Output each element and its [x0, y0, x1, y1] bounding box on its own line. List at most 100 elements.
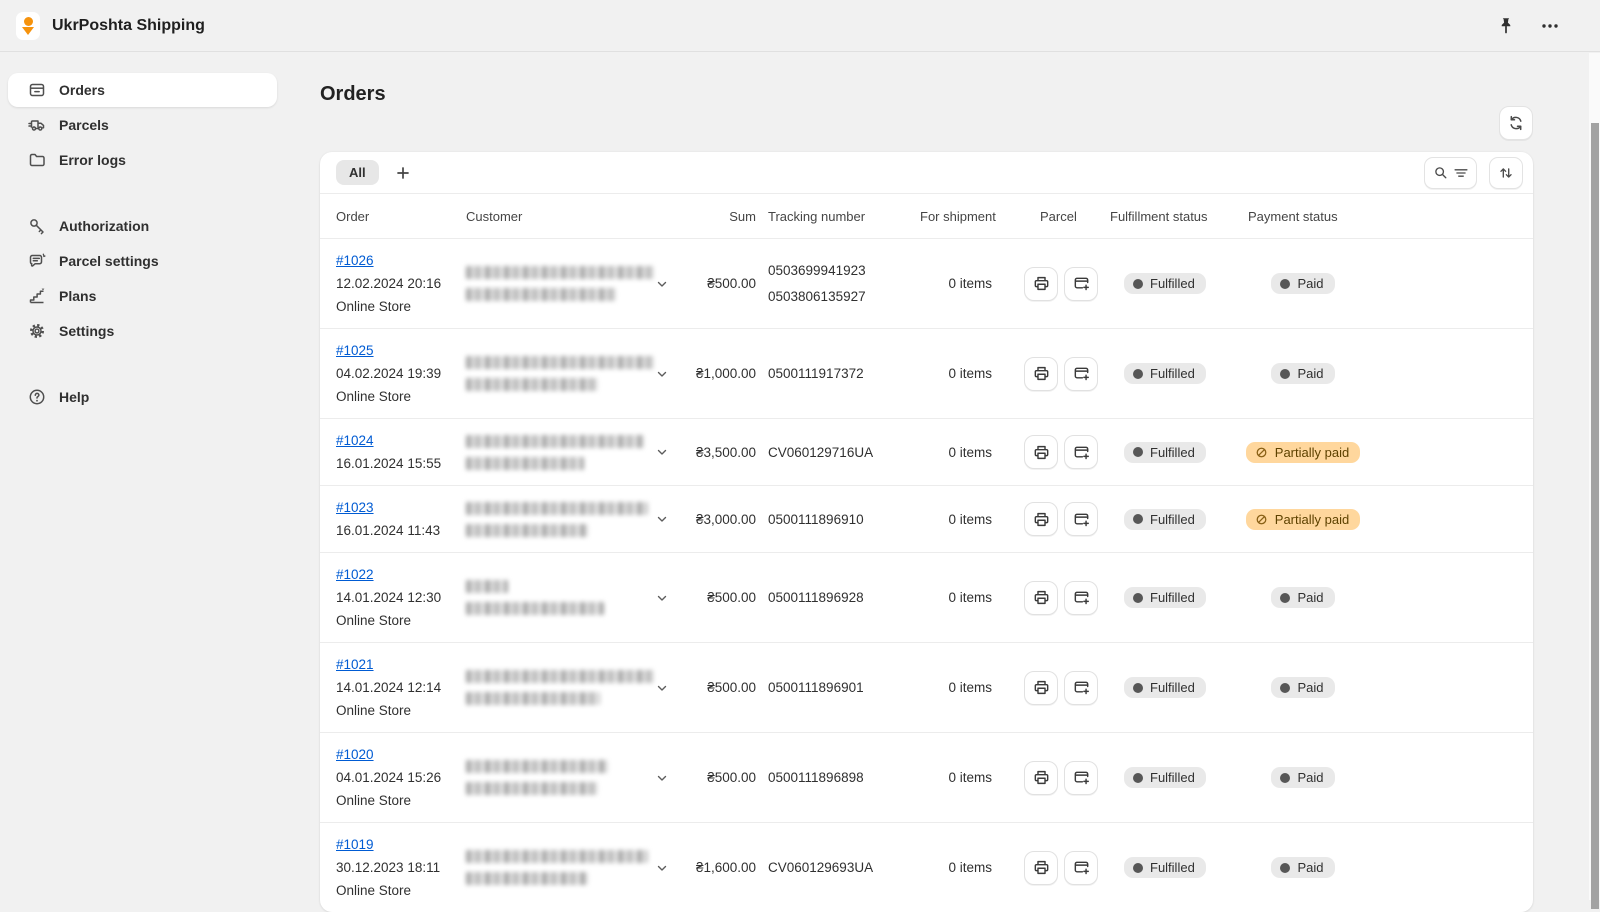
parcel-actions: [1010, 581, 1108, 615]
payment-label: Paid: [1297, 770, 1323, 785]
search-filter-button[interactable]: [1424, 157, 1477, 189]
payment-badge: Paid: [1271, 767, 1334, 788]
refresh-arrows-icon: [1506, 113, 1526, 133]
fulfillment-status-cell: Fulfilled: [1108, 587, 1238, 608]
create-parcel-button[interactable]: [1064, 357, 1098, 391]
sidebar-item-orders[interactable]: Orders: [8, 73, 277, 107]
printer-icon: [1032, 768, 1051, 787]
order-link[interactable]: #1026: [336, 249, 374, 272]
sidebar-item-label: Parcel settings: [59, 253, 159, 269]
refresh-button[interactable]: [1499, 106, 1533, 140]
print-button[interactable]: [1024, 502, 1058, 536]
printer-icon: [1032, 443, 1051, 462]
create-parcel-button[interactable]: [1064, 761, 1098, 795]
chevron-down-icon[interactable]: [654, 511, 670, 527]
chevron-down-icon[interactable]: [654, 860, 670, 876]
parcel-actions: [1010, 435, 1108, 469]
chevron-down-icon[interactable]: [654, 276, 670, 292]
printer-icon: [1032, 588, 1051, 607]
print-button[interactable]: [1024, 435, 1058, 469]
question-circle-icon: [27, 387, 47, 407]
order-link[interactable]: #1024: [336, 429, 374, 452]
sidebar-item-settings[interactable]: Settings: [8, 314, 277, 348]
payment-status-cell: Paid: [1238, 767, 1368, 788]
sidebar-item-parcels[interactable]: Parcels: [8, 108, 277, 142]
sort-button[interactable]: [1489, 157, 1523, 189]
order-channel: Online Store: [336, 609, 466, 632]
tab-all[interactable]: All: [336, 160, 379, 185]
payment-status-cell: Paid: [1238, 363, 1368, 384]
chevron-down-icon[interactable]: [654, 444, 670, 460]
chevron-down-icon[interactable]: [654, 770, 670, 786]
scrollbar-thumb[interactable]: [1591, 123, 1599, 909]
more-menu-icon[interactable]: [1540, 16, 1560, 36]
order-link[interactable]: #1022: [336, 563, 374, 586]
add-tab-button[interactable]: [395, 165, 411, 181]
create-parcel-button[interactable]: [1064, 435, 1098, 469]
order-sum: ₴1,000.00: [674, 366, 756, 381]
print-button[interactable]: [1024, 267, 1058, 301]
print-button[interactable]: [1024, 851, 1058, 885]
tabs-row: All: [320, 152, 1533, 194]
order-channel: Online Store: [336, 295, 466, 318]
order-link[interactable]: #1021: [336, 653, 374, 676]
sidebar-item-label: Orders: [59, 82, 105, 98]
order-link[interactable]: #1025: [336, 339, 374, 362]
create-parcel-button[interactable]: [1064, 581, 1098, 615]
document-plus-icon: [1072, 588, 1091, 607]
payment-label: Paid: [1297, 276, 1323, 291]
fulfillment-badge: Fulfilled: [1124, 587, 1206, 608]
sidebar-item-parcel-settings[interactable]: Parcel settings: [8, 244, 277, 278]
printer-icon: [1032, 510, 1051, 529]
status-dot: [1133, 683, 1143, 693]
parcel-actions: [1010, 761, 1108, 795]
customer-name-redacted: [466, 356, 654, 369]
print-button[interactable]: [1024, 671, 1058, 705]
create-parcel-button[interactable]: [1064, 502, 1098, 536]
payment-status-cell: Paid: [1238, 273, 1368, 294]
print-button[interactable]: [1024, 357, 1058, 391]
payment-badge: Partially paid: [1246, 509, 1360, 530]
customer-phone-redacted: [466, 602, 604, 615]
sidebar-item-authorization[interactable]: Authorization: [8, 209, 277, 243]
fulfillment-badge: Fulfilled: [1124, 442, 1206, 463]
main-content: Orders All: [291, 52, 1600, 900]
order-cell: #1025 04.02.2024 19:39 Online Store: [336, 339, 466, 408]
chevron-down-icon[interactable]: [654, 680, 670, 696]
order-link[interactable]: #1023: [336, 496, 374, 519]
create-parcel-button[interactable]: [1064, 851, 1098, 885]
parcel-actions: [1010, 671, 1108, 705]
payment-badge: Paid: [1271, 587, 1334, 608]
header-for-shipment: For shipment: [920, 209, 1010, 224]
status-dot: [1133, 514, 1143, 524]
vertical-scrollbar[interactable]: [1589, 53, 1600, 900]
order-cell: #1023 16.01.2024 11:43: [336, 496, 466, 542]
customer-phone-redacted: [466, 872, 588, 885]
order-sum: ₴3,000.00: [674, 512, 756, 527]
order-sum: ₴3,500.00: [674, 445, 756, 460]
sidebar-item-error-logs[interactable]: Error logs: [8, 143, 277, 177]
fulfillment-status-cell: Fulfilled: [1108, 442, 1238, 463]
create-parcel-button[interactable]: [1064, 671, 1098, 705]
paid-dot: [1280, 863, 1290, 873]
header-fulfillment-status: Fulfillment status: [1108, 209, 1238, 224]
fulfillment-label: Fulfilled: [1150, 366, 1195, 381]
order-link[interactable]: #1019: [336, 833, 374, 856]
sidebar-item-label: Parcels: [59, 117, 109, 133]
order-link[interactable]: #1020: [336, 743, 374, 766]
parcel-actions: [1010, 267, 1108, 301]
chevron-down-icon[interactable]: [654, 366, 670, 382]
status-dot: [1133, 773, 1143, 783]
pin-icon[interactable]: [1496, 16, 1516, 36]
sidebar-item-plans[interactable]: Plans: [8, 279, 277, 313]
print-button[interactable]: [1024, 581, 1058, 615]
print-button[interactable]: [1024, 761, 1058, 795]
paid-dot: [1280, 683, 1290, 693]
create-parcel-button[interactable]: [1064, 267, 1098, 301]
sidebar-item-help[interactable]: Help: [8, 380, 277, 414]
payment-status-cell: Paid: [1238, 857, 1368, 878]
payment-badge: Paid: [1271, 857, 1334, 878]
fulfillment-label: Fulfilled: [1150, 445, 1195, 460]
fulfillment-badge: Fulfilled: [1124, 677, 1206, 698]
chevron-down-icon[interactable]: [654, 590, 670, 606]
